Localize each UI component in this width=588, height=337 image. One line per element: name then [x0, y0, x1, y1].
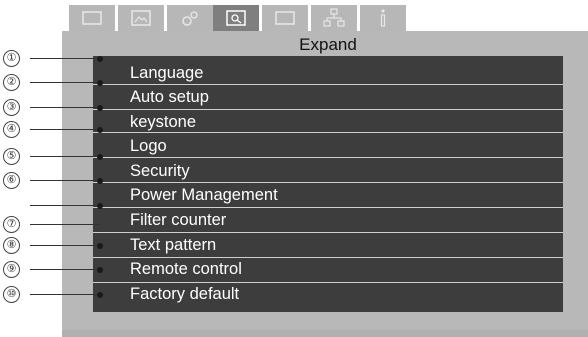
callout-marker	[97, 267, 103, 273]
row-divider	[93, 157, 563, 158]
menu-item-remote-control[interactable]: Remote control	[130, 259, 242, 279]
callout-leader-line	[30, 224, 100, 225]
menu-item-security[interactable]: Security	[130, 161, 190, 181]
callout-number: ①	[3, 50, 20, 67]
tab-network[interactable]	[311, 5, 357, 31]
callout-leader-line	[30, 82, 100, 83]
tab-screen[interactable]	[262, 5, 308, 31]
bottom-strip	[62, 330, 588, 337]
tab-picture[interactable]	[118, 5, 164, 31]
row-divider	[93, 84, 563, 85]
row-divider	[93, 232, 563, 233]
callout-marker	[97, 154, 103, 160]
callout-leader-line	[30, 269, 100, 270]
row-divider	[93, 109, 563, 110]
info-icon	[380, 9, 386, 27]
expand-icon	[226, 10, 246, 26]
menu-item-text-pattern[interactable]: Text pattern	[130, 235, 216, 255]
tab-setting[interactable]	[167, 5, 213, 31]
callout-number: ⑦	[3, 216, 20, 233]
gears-icon	[182, 11, 198, 26]
tab-info[interactable]	[360, 5, 406, 31]
tab-expand[interactable]	[213, 5, 259, 31]
callout-number: ④	[3, 121, 20, 138]
callout-leader-line	[30, 294, 100, 295]
menu-item-language[interactable]: Language	[130, 63, 203, 83]
network-icon	[323, 8, 345, 27]
callout-number: ③	[3, 99, 20, 116]
callout-number: ⑧	[3, 237, 20, 254]
menu-item-filter-counter[interactable]: Filter counter	[130, 210, 226, 230]
callout-leader-line	[30, 129, 100, 130]
callout-marker	[97, 80, 103, 86]
callout-leader-line	[30, 180, 100, 181]
row-divider	[93, 207, 563, 208]
callout-number: ⑥	[3, 172, 20, 189]
callout-number: ⑤	[3, 148, 20, 165]
callout-marker	[97, 127, 103, 133]
callout-number: ⑨	[3, 261, 20, 278]
picture-icon	[131, 10, 151, 26]
screen-icon	[275, 11, 295, 25]
callout-leader-line	[30, 156, 100, 157]
callout-number: ②	[3, 74, 20, 91]
callout-marker	[97, 105, 103, 111]
display-icon	[82, 11, 102, 25]
callout-leader-line	[30, 107, 100, 108]
callout-marker	[97, 56, 103, 62]
callout-marker	[97, 178, 103, 184]
callout-leader-line	[30, 58, 100, 59]
callout-number: ⑩	[3, 286, 20, 303]
callout-leader-line	[30, 205, 100, 206]
row-divider	[93, 182, 563, 183]
menu-item-logo[interactable]: Logo	[130, 136, 167, 156]
menu-item-power-management[interactable]: Power Management	[130, 185, 278, 205]
row-divider	[93, 132, 563, 133]
callout-marker	[97, 203, 103, 209]
callout-marker	[97, 292, 103, 298]
callout-marker	[97, 243, 103, 249]
menu-item-factory-default[interactable]: Factory default	[130, 284, 239, 304]
tab-display[interactable]	[69, 5, 115, 31]
menu-item-keystone[interactable]: keystone	[130, 112, 196, 132]
menu-title: Expand	[299, 35, 357, 54]
row-divider	[93, 257, 563, 258]
row-divider	[93, 282, 563, 283]
callout-leader-line	[30, 245, 100, 246]
menu-item-auto-setup[interactable]: Auto setup	[130, 87, 209, 107]
